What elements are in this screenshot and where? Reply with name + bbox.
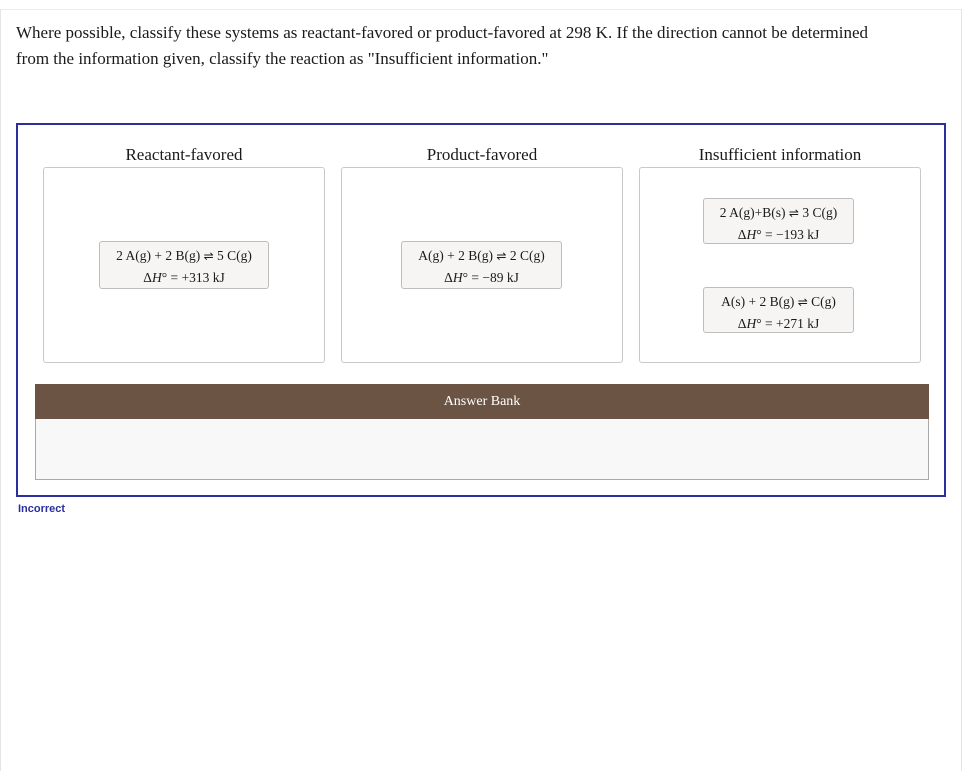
bin-insufficient-information[interactable]: 2 A(g)+B(s) ⇌ 3 C(g) ΔH° = −193 kJ A(s) …	[639, 167, 921, 363]
enthalpy-symbol: H	[151, 270, 162, 285]
reaction-card[interactable]: 2 A(g)+B(s) ⇌ 3 C(g) ΔH° = −193 kJ	[703, 198, 854, 244]
enthalpy-symbol: H	[452, 270, 463, 285]
bin-product-favored[interactable]: A(g) + 2 B(g) ⇌ 2 C(g) ΔH° = −89 kJ	[341, 167, 623, 363]
enthalpy-change: ΔH° = −193 kJ	[704, 224, 853, 245]
products: 5 C(g)	[217, 248, 252, 263]
answer-bank-header: Answer Bank	[35, 384, 929, 419]
delta-symbol: Δ	[444, 270, 453, 285]
status-label: Incorrect	[18, 503, 66, 515]
reactants: 2 A(g)+B(s)	[719, 205, 786, 220]
enthalpy-value: ° = +313 kJ	[161, 270, 225, 285]
answer-bank-dropzone[interactable]	[35, 419, 929, 480]
question-line-1: Where possible, classify these systems a…	[16, 23, 869, 42]
bin-title-insufficient-information: Insufficient information	[698, 145, 862, 164]
enthalpy-change: ΔH° = +313 kJ	[100, 267, 268, 288]
bin-title-product-favored: Product-favored	[426, 145, 538, 164]
reaction-card[interactable]: A(s) + 2 B(g) ⇌ C(g) ΔH° = +271 kJ	[703, 287, 854, 333]
enthalpy-symbol: H	[746, 316, 757, 331]
question-text: Where possible, classify these systems a…	[16, 20, 936, 72]
reactants: A(s) + 2 B(g)	[721, 294, 795, 309]
equilibrium-arrows-icon: ⇌	[788, 206, 799, 220]
reaction-equation: A(s) + 2 B(g) ⇌ C(g)	[704, 291, 853, 313]
bin-title-reactant-favored: Reactant-favored	[125, 145, 243, 164]
reaction-card[interactable]: A(g) + 2 B(g) ⇌ 2 C(g) ΔH° = −89 kJ	[401, 241, 562, 289]
enthalpy-change: ΔH° = −89 kJ	[402, 267, 561, 288]
reaction-equation: A(g) + 2 B(g) ⇌ 2 C(g)	[402, 245, 561, 267]
question-line-2: from the information given, classify the…	[16, 49, 549, 68]
products: C(g)	[811, 294, 836, 309]
reactants: 2 A(g) + 2 B(g)	[116, 248, 201, 263]
enthalpy-change: ΔH° = +271 kJ	[704, 313, 853, 334]
products: 2 C(g)	[509, 248, 545, 263]
bin-reactant-favored[interactable]: 2 A(g) + 2 B(g) ⇌ 5 C(g) ΔH° = +313 kJ	[43, 167, 325, 363]
equilibrium-arrows-icon: ⇌	[203, 249, 214, 263]
enthalpy-value: ° = −193 kJ	[756, 227, 820, 242]
reaction-equation: 2 A(g) + 2 B(g) ⇌ 5 C(g)	[100, 245, 268, 267]
products: 3 C(g)	[802, 205, 838, 220]
equilibrium-arrows-icon: ⇌	[496, 249, 507, 263]
enthalpy-symbol: H	[746, 227, 757, 242]
reaction-card[interactable]: 2 A(g) + 2 B(g) ⇌ 5 C(g) ΔH° = +313 kJ	[99, 241, 269, 289]
drag-drop-frame: Reactant-favored 2 A(g) + 2 B(g) ⇌ 5 C(g…	[16, 123, 946, 497]
delta-symbol: Δ	[143, 270, 152, 285]
reactants: A(g) + 2 B(g)	[418, 248, 494, 263]
enthalpy-value: ° = −89 kJ	[462, 270, 519, 285]
reaction-equation: 2 A(g)+B(s) ⇌ 3 C(g)	[704, 202, 853, 224]
equilibrium-arrows-icon: ⇌	[797, 295, 808, 309]
enthalpy-value: ° = +271 kJ	[756, 316, 820, 331]
